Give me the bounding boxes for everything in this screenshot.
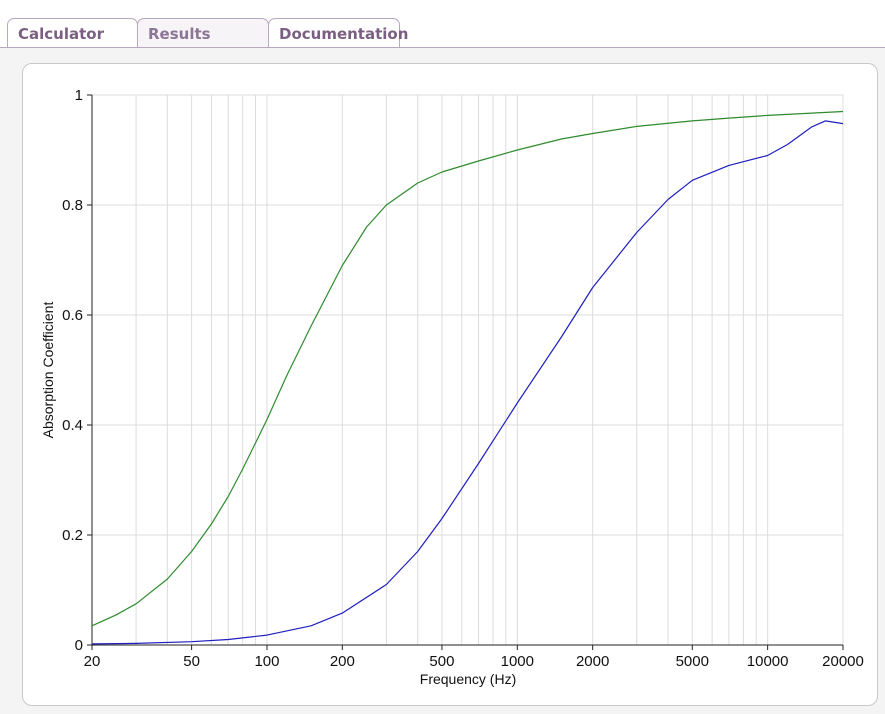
series-lines — [91, 110, 844, 645]
y-axis-label: Absorption Coefficient — [40, 302, 56, 439]
y-tick-label: 0.2 — [62, 527, 83, 544]
x-tick-labels: 20 50 100 200 500 1000 2000 5000 10000 20000 — [84, 653, 864, 670]
x-tick-label: 20000 — [822, 653, 864, 670]
absorption-chart: 20 50 100 200 500 1000 2000 5000 10000 20000 0 0.2… — [40, 87, 864, 687]
x-axis-label: Frequency (Hz) — [420, 671, 516, 687]
x-tick-label: 5000 — [676, 653, 709, 670]
x-tick-label: 20 — [84, 653, 101, 670]
x-tick-label: 50 — [183, 653, 200, 670]
grid — [91, 94, 844, 645]
y-tick-label: 0.4 — [62, 417, 83, 434]
x-tick-label: 10000 — [747, 653, 789, 670]
x-tick-label: 2000 — [576, 653, 609, 670]
y-tick-label: 0.8 — [62, 197, 83, 214]
y-tick-label: 0 — [75, 637, 83, 654]
y-tick-labels: 0 0.2 0.4 0.6 0.8 1 — [62, 87, 83, 654]
y-tick-label: 1 — [75, 87, 83, 104]
axes — [87, 94, 844, 650]
x-tick-label: 100 — [254, 653, 279, 670]
x-tick-label: 500 — [429, 653, 454, 670]
series-line-1 — [91, 110, 844, 627]
x-tick-label: 1000 — [501, 653, 534, 670]
series-line-2 — [91, 120, 844, 645]
y-tick-label: 0.6 — [62, 307, 83, 324]
x-tick-label: 200 — [330, 653, 355, 670]
